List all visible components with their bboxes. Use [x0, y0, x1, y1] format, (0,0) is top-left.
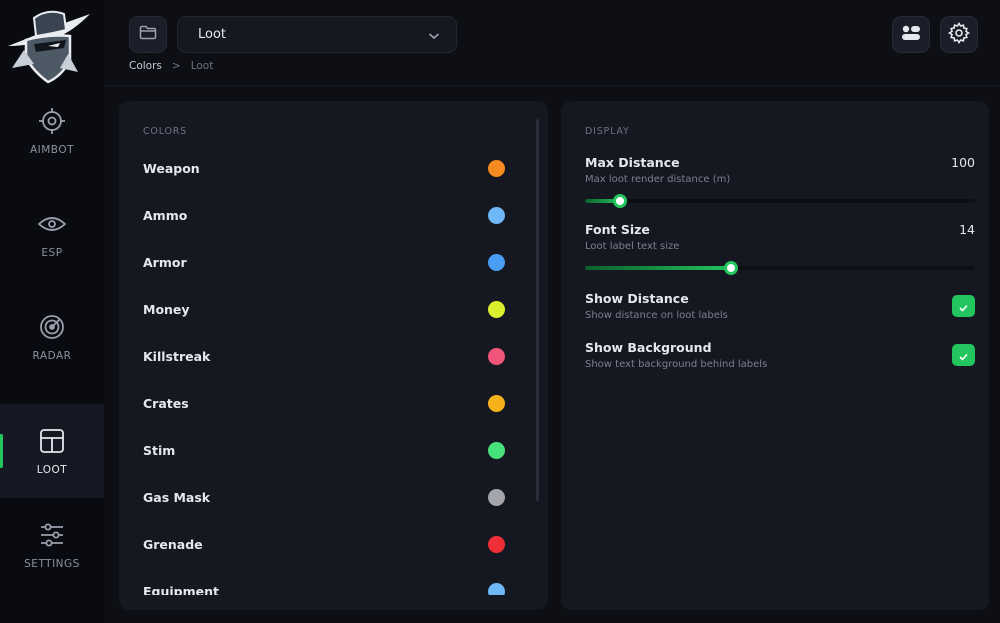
breadcrumb-colors[interactable]: Colors	[129, 60, 162, 72]
show-background-title: Show Background	[585, 340, 712, 355]
max-distance-title: Max Distance	[585, 155, 680, 170]
colors-section-label: COLORS	[143, 126, 187, 137]
color-row[interactable]: Stim	[119, 427, 537, 474]
color-swatch[interactable]	[488, 348, 505, 365]
folder-icon	[139, 25, 157, 44]
color-row[interactable]: Killstreak	[119, 333, 537, 380]
color-row-label: Ammo	[143, 208, 188, 223]
sidebar-item-aimbot[interactable]: AIMBOT	[0, 84, 104, 178]
color-row[interactable]: Weapon	[119, 145, 537, 192]
show-distance-setting: Show Distance Show distance on loot labe…	[585, 291, 975, 321]
sidebar-item-esp[interactable]: ESP	[0, 187, 104, 281]
folder-button[interactable]	[129, 16, 167, 53]
chevron-down-icon	[428, 25, 440, 44]
toggles-icon	[901, 24, 921, 46]
sidebar-item-label: RADAR	[32, 350, 72, 362]
colors-panel: COLORS Weapon Ammo Armor Money Killstreak Cra…	[119, 101, 548, 610]
sidebar-item-label: LOOT	[36, 464, 68, 476]
ninja-logo	[4, 6, 92, 86]
show-distance-checkbox[interactable]	[952, 295, 975, 317]
max-distance-desc: Max loot render distance (m)	[585, 174, 731, 185]
crosshair-icon	[37, 106, 67, 136]
color-row[interactable]: Gas Mask	[119, 474, 537, 521]
color-row-label: Killstreak	[143, 349, 211, 364]
color-row-label: Weapon	[143, 161, 200, 176]
color-row-label: Grenade	[143, 537, 203, 552]
show-distance-title: Show Distance	[585, 291, 689, 306]
sidebar-item-settings[interactable]: SETTINGS	[0, 498, 104, 592]
color-row[interactable]: Crates	[119, 380, 537, 427]
header: Loot Colors > Loot	[104, 0, 1000, 86]
layout-icon	[37, 426, 67, 456]
color-list[interactable]: Weapon Ammo Armor Money Killstreak Crates Stim…	[119, 145, 537, 595]
color-swatch[interactable]	[488, 207, 505, 224]
dropdown-value: Loot	[198, 27, 227, 42]
color-swatch[interactable]	[488, 536, 505, 553]
font-size-value: 14	[959, 222, 975, 237]
color-row[interactable]: Money	[119, 286, 537, 333]
color-row-label: Crates	[143, 396, 189, 411]
color-row-label: Money	[143, 302, 190, 317]
font-size-setting: Font Size Loot label text size 14	[585, 222, 975, 252]
sidebar-item-label: SETTINGS	[24, 558, 80, 570]
color-row[interactable]: Equipment	[119, 568, 537, 595]
radar-icon	[37, 312, 67, 342]
color-row[interactable]: Ammo	[119, 192, 537, 239]
sidebar: AIMBOT ESP RADAR LOOT SETTINGS	[0, 0, 104, 623]
gear-icon	[948, 21, 970, 48]
show-background-checkbox[interactable]	[952, 344, 975, 366]
color-row[interactable]: Grenade	[119, 521, 537, 568]
max-distance-value: 100	[951, 155, 975, 170]
font-size-slider[interactable]	[585, 261, 975, 275]
font-size-desc: Loot label text size	[585, 241, 680, 252]
check-icon	[959, 297, 968, 316]
color-row[interactable]: Armor	[119, 239, 537, 286]
breadcrumb-separator: >	[171, 60, 181, 72]
color-row-label: Armor	[143, 255, 187, 270]
slider-thumb[interactable]	[613, 194, 628, 208]
check-icon	[959, 346, 968, 365]
color-swatch[interactable]	[488, 489, 505, 506]
color-swatch[interactable]	[488, 395, 505, 412]
color-swatch[interactable]	[488, 160, 505, 177]
breadcrumb: Colors > Loot	[129, 60, 213, 72]
show-background-setting: Show Background Show text background beh…	[585, 340, 975, 370]
max-distance-setting: Max Distance Max loot render distance (m…	[585, 155, 975, 185]
slider-fill	[585, 266, 732, 270]
category-dropdown[interactable]: Loot	[177, 16, 457, 53]
color-row-label: Stim	[143, 443, 176, 458]
sidebar-item-loot[interactable]: LOOT	[0, 404, 104, 498]
color-swatch[interactable]	[488, 254, 505, 271]
settings-button[interactable]	[940, 16, 978, 53]
color-swatch[interactable]	[488, 301, 505, 318]
display-section-label: DISPLAY	[585, 126, 630, 137]
color-row-label: Gas Mask	[143, 490, 211, 505]
max-distance-slider[interactable]	[585, 194, 975, 208]
sidebar-item-radar[interactable]: RADAR	[0, 290, 104, 384]
breadcrumb-loot: Loot	[190, 60, 214, 72]
color-swatch[interactable]	[488, 442, 505, 459]
profiles-button[interactable]	[892, 16, 930, 53]
display-panel: DISPLAY Max Distance Max loot render dis…	[561, 101, 989, 610]
color-swatch[interactable]	[488, 583, 505, 595]
sliders-icon	[37, 520, 67, 550]
sidebar-item-label: ESP	[41, 247, 63, 259]
eye-icon	[37, 209, 67, 239]
font-size-title: Font Size	[585, 222, 650, 237]
sidebar-item-label: AIMBOT	[29, 144, 75, 156]
show-distance-desc: Show distance on loot labels	[585, 310, 728, 321]
color-row-label: Equipment	[143, 584, 219, 595]
slider-thumb[interactable]	[724, 261, 739, 275]
show-background-desc: Show text background behind labels	[585, 359, 768, 370]
color-list-scrollbar[interactable]	[536, 119, 539, 501]
